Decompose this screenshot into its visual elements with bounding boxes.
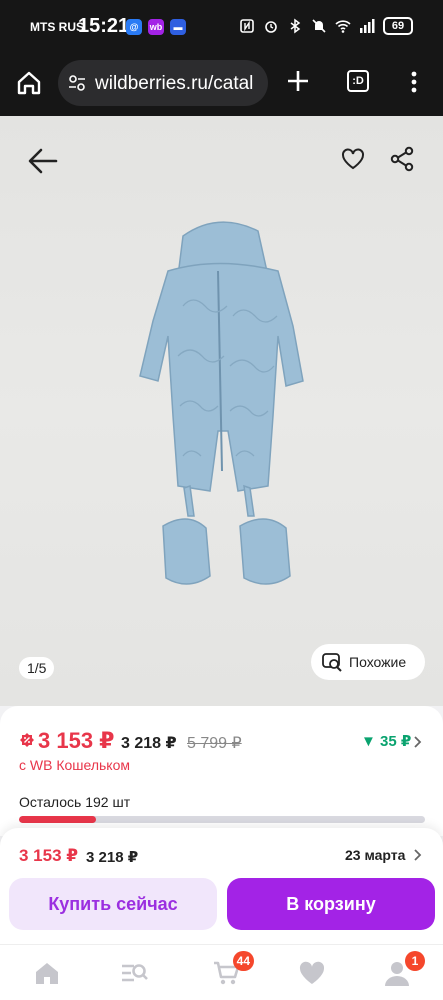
site-settings-icon[interactable] (68, 74, 86, 92)
delivery-date[interactable]: 23 марта (345, 847, 405, 863)
price-drop-badge[interactable]: ▼ 35 ₽ (361, 732, 411, 750)
image-counter: 1/5 (19, 657, 55, 679)
wb-wallet-discount-icon (20, 733, 34, 747)
bluetooth-icon (290, 18, 301, 34)
battery-level: 69 (383, 17, 413, 35)
chevron-right-icon[interactable] (413, 848, 423, 862)
wallet-note[interactable]: с WB Кошельком (19, 757, 130, 773)
favorite-heart-icon[interactable] (340, 146, 366, 172)
similar-search-icon (322, 653, 342, 672)
home-icon[interactable] (14, 68, 44, 98)
notification-icons: @ wb ▬ (126, 19, 186, 35)
tab-switcher[interactable]: :D (347, 70, 369, 92)
browser-toolbar: wildberries.ru/catal :D (0, 56, 443, 116)
cart-tab[interactable]: 44 (212, 951, 254, 987)
back-arrow-icon[interactable] (26, 146, 60, 176)
wildberries-app-icon: wb (148, 19, 164, 35)
panel-wallet-price: 3 153 ₽ (19, 846, 79, 865)
carrier-name: MTS RUS (30, 20, 84, 34)
buy-panel: 3 153 ₽ 3 218 ₽ 23 марта Купить сейчас В… (0, 828, 443, 944)
address-bar[interactable]: wildberries.ru/catal (58, 60, 268, 106)
bottom-navigation: 44 1 (0, 944, 443, 1000)
cart-count-badge: 44 (232, 951, 254, 971)
url-text[interactable]: wildberries.ru/catal (95, 73, 253, 95)
product-image-jumpsuit[interactable] (118, 216, 328, 616)
status-bar: MTS RUS 15:21 @ wb ▬ 69 (0, 0, 443, 56)
alarm-icon (265, 21, 277, 33)
buy-now-button[interactable]: Купить сейчас (9, 878, 217, 930)
clock: 15:21 (78, 15, 130, 37)
regular-price: 3 218 ₽ (121, 735, 177, 752)
profile-tab[interactable]: 1 (383, 951, 425, 987)
more-options-icon[interactable] (404, 70, 424, 94)
product-gallery[interactable]: 1/5 Похожие (0, 116, 443, 706)
similar-label: Похожие (349, 654, 407, 670)
similar-products-button[interactable]: Похожие (311, 644, 425, 680)
wallet-price: 3 153 ₽ (38, 728, 115, 753)
old-price: 5 799 ₽ (187, 735, 242, 752)
system-icons: 69 (239, 17, 413, 35)
stock-remaining: Осталось 192 шт (19, 794, 131, 810)
stock-progress-bar (19, 816, 425, 823)
new-tab-icon[interactable] (285, 68, 311, 94)
wifi-icon (335, 20, 351, 33)
catalog-search-icon[interactable] (120, 959, 148, 987)
mail-app-icon: @ (126, 19, 142, 35)
chevron-right-icon[interactable] (413, 735, 423, 749)
stock-progress-fill (19, 816, 97, 823)
home-icon[interactable] (33, 959, 61, 987)
share-icon[interactable] (389, 146, 415, 172)
silent-bell-icon (312, 19, 326, 33)
price-card: 3 153 ₽ 3 218 ₽ 5 799 ₽ ▼ 35 ₽ с WB Коше… (0, 706, 443, 836)
card-app-icon: ▬ (170, 19, 186, 35)
profile-notification-badge: 1 (405, 951, 425, 971)
favorites-heart-icon[interactable] (298, 959, 326, 987)
add-to-cart-button[interactable]: В корзину (227, 878, 435, 930)
panel-regular-price: 3 218 ₽ (86, 849, 139, 866)
nfc-icon (240, 19, 254, 33)
signal-icon (360, 19, 375, 33)
